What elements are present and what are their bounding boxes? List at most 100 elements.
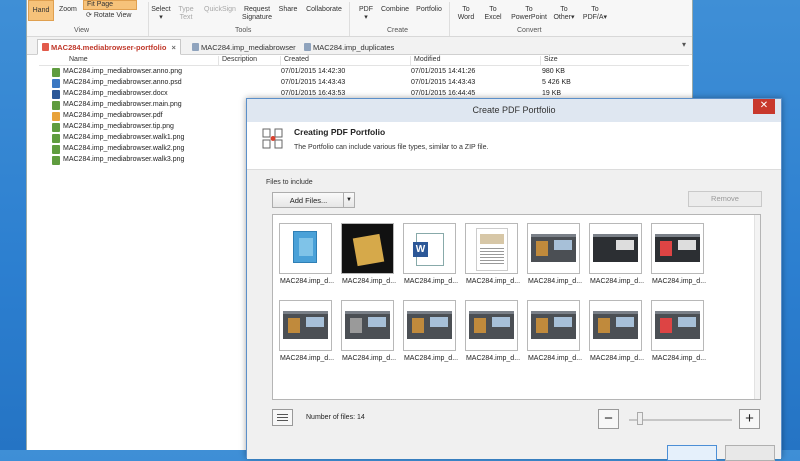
thumbnail-label: MAC284.imp_d...: [527, 278, 583, 285]
dialog-body: Files to include Add Files... ▼ Remove M…: [247, 170, 781, 461]
thumbnail-preview: [527, 300, 580, 351]
thumbnail-preview: [589, 223, 642, 274]
image-file-icon: [52, 134, 60, 143]
file-created: 07/01/2015 14:42:30: [281, 68, 346, 75]
quicksign-label: QuickSign: [204, 6, 236, 13]
pdfa-label: PDF/A: [582, 14, 604, 21]
file-row[interactable]: MAC284.imp_mediabrowser.anno.png 07/01/2…: [39, 67, 689, 78]
screenshot-preview: [593, 234, 638, 262]
image-file-icon: [52, 68, 60, 77]
zoom-label: Zoom: [59, 6, 77, 13]
combine-button[interactable]: Combine: [379, 6, 411, 14]
chevron-down-icon: ▾: [364, 14, 368, 21]
list-view-button[interactable]: [272, 409, 293, 426]
column-created[interactable]: Created: [281, 56, 411, 66]
zoom-in-button[interactable]: +: [739, 409, 760, 429]
thumbnail-label: MAC284.imp_d...: [527, 355, 583, 362]
file-size: 5 426 KB: [542, 79, 571, 86]
select-button[interactable]: Select ▾: [149, 6, 173, 22]
to-powerpoint-button[interactable]: To PowerPoint: [507, 6, 551, 22]
to-word-button[interactable]: To Word: [454, 6, 478, 22]
thumbnail-preview: W: [403, 223, 456, 274]
file-list-header: Name Description Created Modified Size: [39, 56, 689, 66]
ribbon-separator: [449, 2, 450, 36]
file-row[interactable]: MAC284.imp_mediabrowser.anno.psd 07/01/2…: [39, 78, 689, 89]
to-other-button[interactable]: To Other▾: [549, 6, 579, 22]
tab-label: MAC284.imp_mediabrowser: [201, 43, 296, 52]
close-button[interactable]: ✕: [753, 99, 775, 114]
quicksign-button[interactable]: QuickSign: [200, 6, 240, 14]
thumbnail-label: MAC284.imp_d...: [465, 355, 521, 362]
create-portfolio-dialog: Create PDF Portfolio ✕ Creating PDF Port…: [246, 98, 782, 461]
ok-button[interactable]: [667, 445, 717, 461]
to-excel-button[interactable]: To Excel: [480, 6, 506, 22]
rotate-view-label: Rotate View: [93, 12, 132, 19]
collaborate-button[interactable]: Collaborate: [302, 6, 346, 14]
word-label: Word: [457, 14, 475, 21]
thumbnail-preview: [465, 223, 518, 274]
image-file-icon: [52, 123, 60, 132]
thumbnail-preview: [651, 300, 704, 351]
hand-button[interactable]: Hand: [28, 0, 54, 21]
close-icon[interactable]: ×: [171, 43, 175, 52]
pdf-button[interactable]: PDF ▾: [355, 6, 377, 22]
tab-imp-duplicates[interactable]: MAC284.imp_duplicates: [299, 39, 399, 55]
select-label: Select: [151, 6, 171, 13]
thumbnail-preview: [279, 223, 332, 274]
file-name: MAC284.imp_mediabrowser.main.png: [63, 101, 182, 108]
cancel-button[interactable]: [725, 445, 775, 461]
zoom-slider-thumb[interactable]: [637, 412, 644, 425]
chevron-down-icon: ▾: [159, 14, 163, 21]
thumbnail-label: MAC284.imp_d...: [403, 278, 459, 285]
file-name: MAC284.imp_mediabrowser.walk1.png: [63, 134, 185, 141]
chevron-down-icon[interactable]: ▾: [682, 40, 686, 49]
zoom-button[interactable]: Zoom: [59, 6, 77, 14]
scrollbar[interactable]: [754, 215, 760, 399]
fit-page-label: Fit Page: [87, 1, 114, 8]
request-label-2: Signature: [242, 14, 272, 21]
hand-label: Hand: [32, 7, 50, 14]
file-thumbnails: MAC284.imp_d... MAC284.imp_d... W MAC284…: [272, 214, 761, 400]
share-button[interactable]: Share: [276, 6, 300, 14]
file-modified: 07/01/2015 16:44:45: [411, 90, 476, 97]
thumbnail-preview: [403, 300, 456, 351]
to-label: To: [591, 6, 599, 13]
column-modified[interactable]: Modified: [411, 56, 541, 66]
screenshot-preview: [531, 311, 576, 339]
thumbnail-preview: [527, 223, 580, 274]
file-name: MAC284.imp_mediabrowser.walk3.png: [63, 156, 185, 163]
dialog-titlebar[interactable]: Create PDF Portfolio ✕: [247, 99, 781, 122]
file-name: MAC284.imp_mediabrowser.tip.png: [63, 123, 174, 130]
rotate-icon: ⟳: [86, 12, 94, 19]
remove-button[interactable]: Remove: [688, 191, 762, 207]
thumbnail-label: MAC284.imp_d...: [279, 355, 335, 362]
zoom-slider[interactable]: [629, 419, 732, 421]
to-label: To: [462, 6, 470, 13]
chevron-down-icon: ▾: [571, 14, 575, 21]
file-name: MAC284.imp_mediabrowser.anno.psd: [63, 79, 182, 86]
chevron-down-icon[interactable]: ▼: [343, 193, 354, 207]
add-files-button[interactable]: Add Files... ▼: [272, 192, 355, 208]
image-preview: [342, 224, 393, 273]
type-text-button[interactable]: Type Text: [176, 6, 196, 22]
tab-mediabrowser-portfolio[interactable]: MAC284.mediabrowser-portfolio ×: [37, 39, 181, 55]
column-name[interactable]: Name: [39, 56, 219, 66]
portfolio-button[interactable]: Portfolio: [412, 6, 446, 14]
rotate-view-button[interactable]: ⟳ Rotate View: [83, 12, 143, 20]
column-description[interactable]: Description: [219, 56, 281, 66]
thumbnail-label: MAC284.imp_d...: [403, 355, 459, 362]
tab-imp-mediabrowser[interactable]: MAC284.imp_mediabrowser: [187, 39, 301, 55]
column-size[interactable]: Size: [541, 56, 689, 66]
screenshot-preview: [283, 311, 328, 339]
excel-label: Excel: [484, 14, 502, 21]
other-label: Other: [553, 14, 571, 21]
to-pdfa-button[interactable]: To PDF/A▾: [580, 6, 610, 22]
fit-page-button[interactable]: Fit Page: [83, 0, 137, 10]
zoom-out-button[interactable]: −: [598, 409, 619, 429]
request-signature-button[interactable]: Request Signature: [238, 6, 276, 22]
to-label: To: [560, 6, 568, 13]
pdf-file-icon: [52, 112, 60, 121]
thumbnail-label: MAC284.imp_d...: [651, 355, 707, 362]
pdf-file-icon: [192, 43, 199, 51]
tools-group-label: Tools: [235, 27, 252, 34]
